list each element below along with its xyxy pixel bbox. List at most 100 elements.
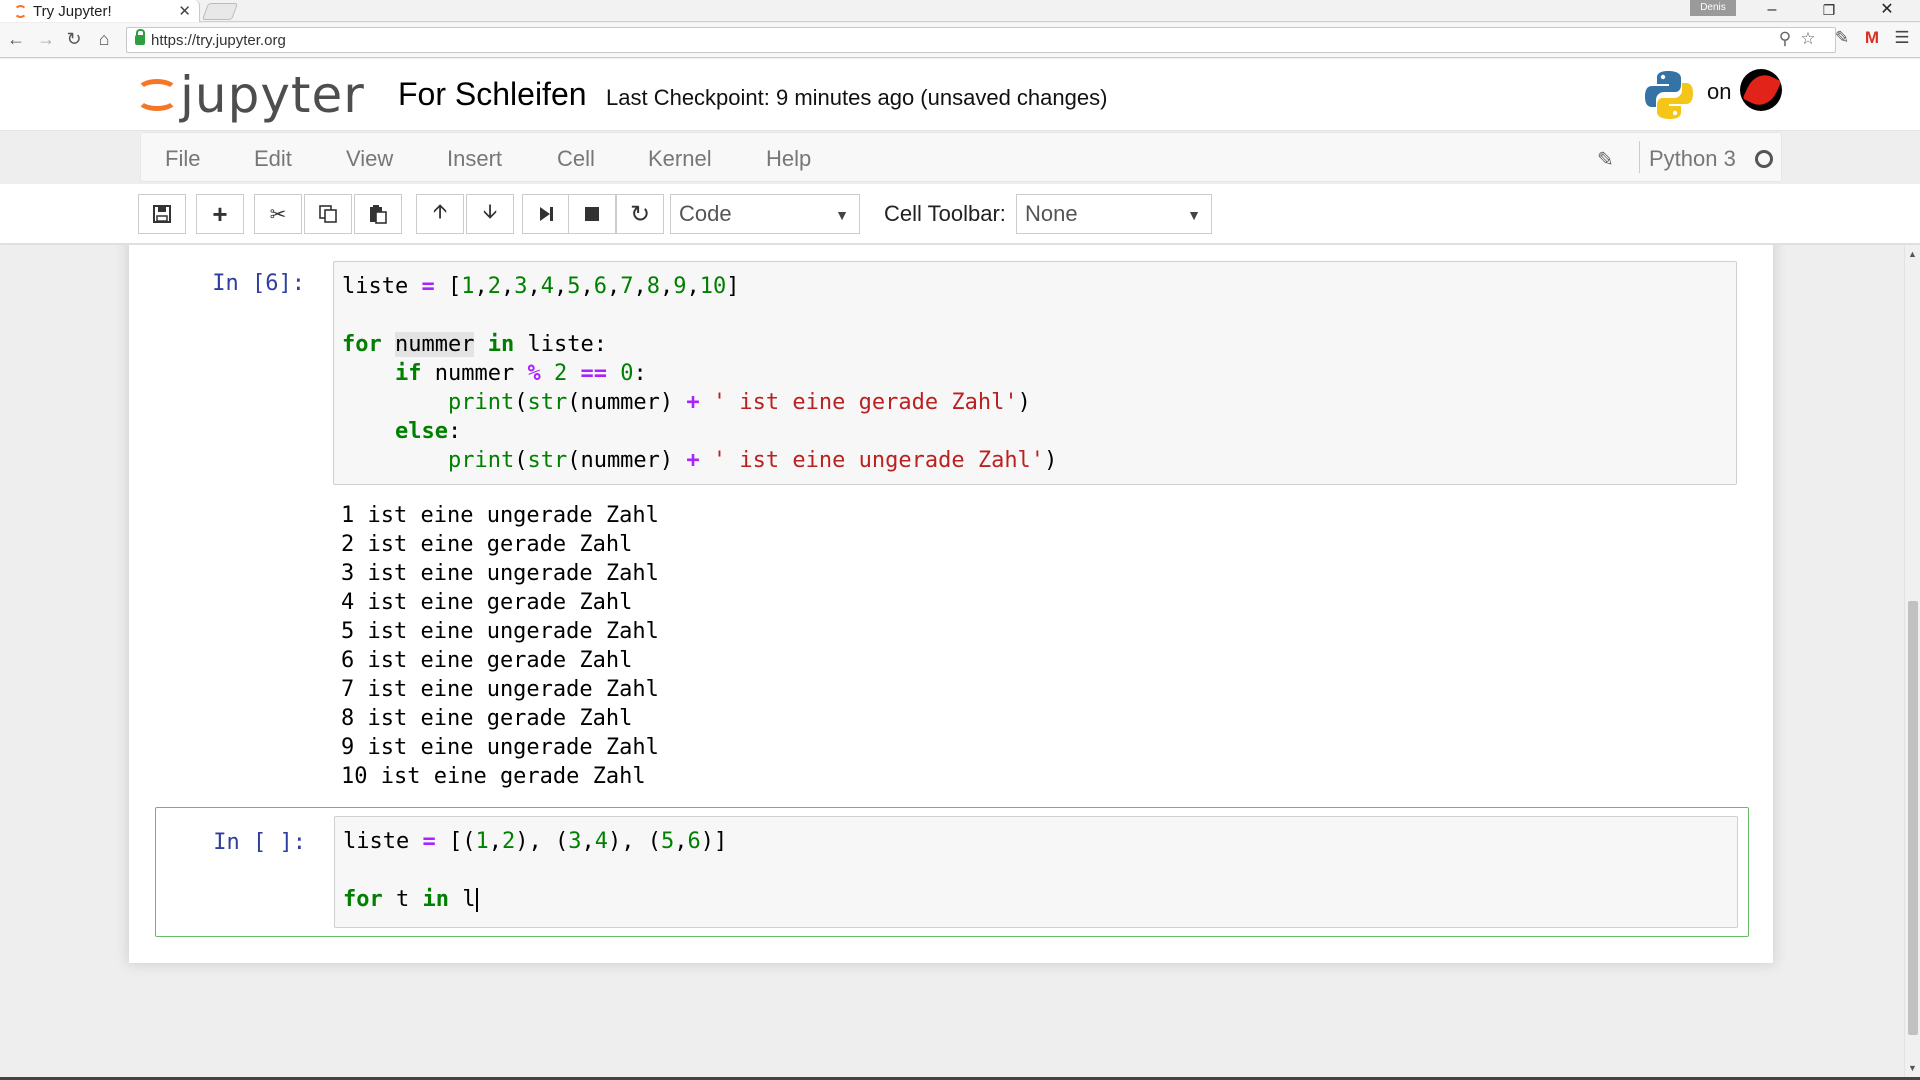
- interrupt-kernel-button[interactable]: [568, 194, 616, 234]
- output-line: 1 ist eine ungerade Zahl: [341, 503, 659, 528]
- rackspace-logo-icon: [1740, 69, 1782, 111]
- cut-button[interactable]: ✂: [254, 194, 302, 234]
- kernel-name: Python 3: [1649, 146, 1736, 171]
- code-line: liste = [(1,2), (3,4), (5,6)]: [343, 829, 728, 854]
- plus-icon: +: [212, 198, 228, 229]
- code-line: liste = [1,2,3,4,5,6,7,8,9,10]: [342, 274, 740, 299]
- code-line: else:: [394, 419, 462, 444]
- restart-kernel-button[interactable]: ↻: [616, 194, 664, 234]
- move-up-button[interactable]: 🡩: [416, 194, 464, 234]
- jupyter-wordmark: jupyter: [180, 66, 365, 124]
- reload-icon[interactable]: ↻: [62, 29, 86, 50]
- notebook-site[interactable]: In [6]: liste = [1,2,3,4,5,6,7,8,9,10] f…: [0, 245, 1904, 1077]
- back-icon[interactable]: ←: [4, 29, 28, 50]
- kernel-divider: [1639, 141, 1640, 173]
- cell-toolbar-select[interactable]: None ▼: [1016, 194, 1212, 234]
- cell-toolbar-value: None: [1025, 201, 1078, 226]
- forward-icon[interactable]: →: [34, 29, 58, 50]
- cell-type-value: Code: [679, 201, 732, 226]
- cell-toolbar-label: Cell Toolbar:: [884, 201, 1006, 226]
- profile-badge[interactable]: Denis: [1690, 0, 1736, 16]
- code-cell-1[interactable]: In [6]: liste = [1,2,3,4,5,6,7,8,9,10] f…: [155, 253, 1749, 801]
- minimize-icon[interactable]: –: [1757, 0, 1787, 20]
- step-forward-icon: [540, 207, 553, 221]
- output-line: 4 ist eine gerade Zahl: [341, 590, 633, 615]
- menu-edit[interactable]: Edit: [254, 146, 292, 172]
- scroll-up-icon[interactable]: ▲: [1908, 249, 1917, 259]
- url-input[interactable]: https://try.jupyter.org: [126, 27, 1836, 53]
- text-cursor: [475, 888, 478, 912]
- notebook-toolbar: + ✂ 🡩 🡫 ↻ Code ▼ Cell Toolbar: None ▼: [0, 184, 1920, 244]
- menu-help[interactable]: Help: [766, 146, 811, 172]
- caret-down-icon: ▼: [835, 207, 849, 223]
- copy-button[interactable]: [304, 194, 352, 234]
- output-line: 3 ist eine ungerade Zahl: [341, 561, 659, 586]
- restore-icon[interactable]: ❐: [1814, 0, 1844, 20]
- cell-type-select[interactable]: Code ▼: [670, 194, 860, 234]
- scroll-down-icon[interactable]: ▼: [1908, 1063, 1917, 1073]
- url-text: https://try.jupyter.org: [151, 31, 286, 49]
- restart-icon: ↻: [629, 200, 651, 228]
- notebook-container: In [6]: liste = [1,2,3,4,5,6,7,8,9,10] f…: [129, 245, 1773, 963]
- input-prompt: In [ ]:: [213, 830, 306, 855]
- code-line: for nummer in liste:: [342, 332, 607, 357]
- move-down-button[interactable]: 🡫: [466, 194, 514, 234]
- cell-output: 1 ist eine ungerade Zahl 2 ist eine gera…: [341, 501, 659, 791]
- output-line: 9 ist eine ungerade Zahl: [341, 735, 659, 760]
- python-logo-icon: [1645, 71, 1693, 119]
- jupyter-logo[interactable]: jupyter: [134, 65, 365, 125]
- output-line: 2 ist eine gerade Zahl: [341, 532, 633, 557]
- checkpoint-status: Last Checkpoint: 9 minutes ago (unsaved …: [606, 85, 1108, 110]
- output-line: 7 ist eine ungerade Zahl: [341, 677, 659, 702]
- window-close-icon[interactable]: ✕: [1872, 0, 1902, 20]
- output-line: 5 ist eine ungerade Zahl: [341, 619, 659, 644]
- extension-pen-icon[interactable]: ✎: [1830, 28, 1854, 50]
- menu-kernel[interactable]: Kernel: [648, 146, 712, 172]
- output-line: 10 ist eine gerade Zahl: [341, 764, 646, 789]
- menu-cell[interactable]: Cell: [557, 146, 595, 172]
- stop-icon: [585, 207, 599, 221]
- paste-button[interactable]: [354, 194, 402, 234]
- bookmark-star-icon[interactable]: ☆: [1797, 29, 1819, 49]
- lock-icon: [135, 29, 145, 45]
- code-line: print(str(nummer) + ' ist eine gerade Za…: [447, 390, 1031, 415]
- input-prompt: In [6]:: [212, 271, 305, 296]
- browser-menu-icon[interactable]: ☰: [1890, 28, 1914, 50]
- jupyter-orbit-icon: [134, 77, 178, 113]
- gmail-icon[interactable]: M: [1860, 28, 1884, 50]
- code-editor[interactable]: liste = [(1,2), (3,4), (5,6)] for t in l: [334, 816, 1738, 928]
- zoom-icon[interactable]: ⚲: [1774, 29, 1796, 49]
- run-cell-button[interactable]: [522, 194, 570, 234]
- menu-view[interactable]: View: [346, 146, 393, 172]
- code-line: for t in l: [343, 887, 478, 912]
- code-editor[interactable]: liste = [1,2,3,4,5,6,7,8,9,10] for numme…: [333, 261, 1737, 485]
- menu-insert[interactable]: Insert: [447, 146, 502, 172]
- jupyter-favicon-icon: [14, 4, 27, 18]
- caret-down-icon: ▼: [1187, 207, 1201, 223]
- output-line: 6 ist eine gerade Zahl: [341, 648, 633, 673]
- code-cell-2[interactable]: In [ ]: liste = [(1,2), (3,4), (5,6)] fo…: [155, 807, 1749, 937]
- scrollbar-thumb[interactable]: [1908, 601, 1918, 1035]
- menu-file[interactable]: File: [165, 146, 200, 172]
- address-bar: ← → ↻ ⌂ https://try.jupyter.org ⚲ ☆ ✎ M …: [0, 23, 1920, 58]
- kernel-idle-indicator-icon: [1755, 150, 1773, 168]
- notebook-name[interactable]: For Schleifen: [398, 76, 587, 113]
- on-label: on: [1707, 79, 1732, 104]
- browser-tab[interactable]: Try Jupyter! ✕: [0, 0, 200, 22]
- arrow-up-icon: 🡩: [432, 201, 448, 223]
- tab-title: Try Jupyter!: [33, 2, 112, 20]
- output-line: 8 ist eine gerade Zahl: [341, 706, 633, 731]
- home-icon[interactable]: ⌂: [92, 29, 116, 50]
- arrow-down-icon: 🡫: [482, 201, 498, 223]
- code-line: if nummer % 2 == 0:: [394, 361, 647, 386]
- insert-cell-button[interactable]: +: [196, 194, 244, 234]
- tab-close-icon[interactable]: ✕: [178, 2, 191, 20]
- save-button[interactable]: [138, 194, 186, 234]
- code-line: print(str(nummer) + ' ist eine ungerade …: [447, 448, 1058, 473]
- save-icon: [153, 205, 171, 223]
- new-tab-button[interactable]: [201, 3, 239, 20]
- page-scrollbar[interactable]: ▲ ▼: [1904, 245, 1920, 1077]
- scissors-icon: ✂: [269, 203, 287, 226]
